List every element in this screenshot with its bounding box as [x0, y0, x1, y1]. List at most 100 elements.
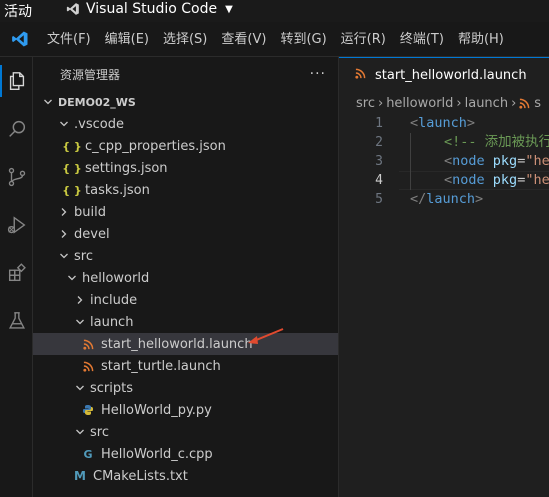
- tree-item-cmakelists[interactable]: M CMakeLists.txt: [33, 465, 338, 487]
- menu-help[interactable]: 帮助(H): [451, 22, 511, 57]
- menu-bar: 文件(F) 编辑(E) 选择(S) 查看(V) 转到(G) 运行(R) 终端(T…: [0, 22, 549, 57]
- menu-edit[interactable]: 编辑(E): [98, 22, 156, 57]
- menu-file[interactable]: 文件(F): [40, 22, 98, 57]
- tree-item-src-inner[interactable]: src: [33, 421, 338, 443]
- tree-item-launch[interactable]: launch: [33, 311, 338, 333]
- code-token: >: [466, 115, 476, 131]
- tree-item-settings-json[interactable]: { } settings.json: [33, 157, 338, 179]
- json-file-icon: { }: [62, 161, 82, 175]
- code-editor[interactable]: 1 <launch> 2 <!-- 添加被执行 3 <node pkg="he …: [339, 114, 549, 209]
- breadcrumb-item[interactable]: src: [356, 96, 375, 111]
- folder-label: helloworld: [82, 270, 150, 286]
- code-token: node: [452, 172, 485, 188]
- json-file-icon: { }: [62, 139, 82, 153]
- folder-label: build: [74, 204, 106, 220]
- menu-terminal[interactable]: 终端(T): [393, 22, 451, 57]
- menu-go[interactable]: 转到(G): [273, 22, 333, 57]
- tree-item-helloworld[interactable]: helloworld: [33, 267, 338, 289]
- line-number: 2: [375, 135, 383, 150]
- folder-label: launch: [90, 314, 134, 330]
- file-label: start_helloworld.launch: [101, 336, 253, 352]
- chevron-right-icon: [73, 293, 87, 307]
- chevron-down-icon: [65, 271, 79, 285]
- code-token: <!-- 添加被执行: [444, 134, 549, 150]
- app-name: Visual Studio Code: [86, 1, 218, 17]
- cmake-file-icon: M: [74, 469, 86, 483]
- indent-guide: [410, 171, 411, 190]
- tree-item-start-helloworld-launch[interactable]: start_helloworld.launch: [33, 328, 338, 355]
- code-token: "he: [525, 153, 549, 169]
- tree-root[interactable]: DEMO02_WS: [33, 91, 338, 113]
- breadcrumb-item[interactable]: launch: [465, 96, 508, 111]
- workspace-name: DEMO02_WS: [58, 95, 136, 109]
- more-actions-icon[interactable]: ···: [310, 66, 326, 82]
- chevron-right-icon: ›: [511, 95, 517, 111]
- caret-down-icon: ▼: [225, 3, 233, 15]
- folder-label: src: [90, 424, 109, 440]
- rss-feed-icon: [519, 98, 530, 109]
- menu-view[interactable]: 查看(V): [214, 22, 273, 57]
- breadcrumb-item[interactable]: s: [534, 96, 541, 111]
- rss-feed-icon: [80, 358, 96, 374]
- tree-item-vscode[interactable]: .vscode: [33, 113, 338, 135]
- file-label: settings.json: [85, 160, 168, 176]
- extensions-icon[interactable]: [0, 253, 33, 293]
- line-number: 3: [375, 154, 383, 169]
- chevron-down-icon: [73, 381, 87, 395]
- tree-item-src[interactable]: src: [33, 245, 338, 267]
- folder-label: scripts: [90, 380, 133, 396]
- line-number: 5: [375, 192, 383, 207]
- chevron-down-icon: [41, 95, 55, 109]
- chevron-down-icon: [57, 117, 71, 131]
- tab-label: start_helloworld.launch: [375, 67, 527, 83]
- testing-flask-icon[interactable]: [0, 301, 33, 341]
- tree-item-scripts[interactable]: scripts: [33, 377, 338, 399]
- run-debug-icon[interactable]: [0, 205, 33, 245]
- breadcrumb: src › helloworld › launch › s: [339, 92, 549, 114]
- vscode-logo-icon: [0, 22, 40, 57]
- tree-item-build[interactable]: build: [33, 201, 338, 223]
- activities-button[interactable]: 活动: [4, 1, 32, 21]
- chevron-right-icon: [57, 205, 71, 219]
- file-label: start_turtle.launch: [101, 358, 221, 374]
- tree-item-start-turtle-launch[interactable]: start_turtle.launch: [33, 355, 338, 377]
- folder-label: include: [90, 292, 138, 308]
- breadcrumb-item[interactable]: helloworld: [386, 96, 453, 111]
- folder-label: .vscode: [74, 116, 124, 132]
- file-label: CMakeLists.txt: [93, 468, 188, 484]
- chevron-down-icon: [73, 315, 87, 329]
- explorer-header: 资源管理器 ···: [33, 57, 338, 91]
- chevron-down-icon: [73, 425, 87, 439]
- search-icon[interactable]: [0, 109, 33, 149]
- editor-area: start_helloworld.launch src › helloworld…: [339, 57, 549, 497]
- tree-item-c-cpp-properties[interactable]: { } c_cpp_properties.json: [33, 135, 338, 157]
- indent-guide: [410, 133, 411, 152]
- tree-item-helloworld-cpp[interactable]: G HelloWorld_c.cpp: [33, 443, 338, 465]
- tree-item-include[interactable]: include: [33, 289, 338, 311]
- code-token: "he: [525, 172, 549, 188]
- explorer-icon[interactable]: [0, 61, 33, 101]
- tab-start-helloworld-launch[interactable]: start_helloworld.launch: [339, 57, 549, 92]
- code-line: 3 <node pkg="he: [339, 152, 549, 171]
- code-line-current: 4 <node pkg="he: [339, 171, 549, 190]
- explorer-sidebar: 资源管理器 ··· DEMO02_WS .vscode { } c_cpp_pr…: [33, 57, 339, 497]
- code-line: 5 </launch>: [339, 190, 549, 209]
- menu-run[interactable]: 运行(R): [334, 22, 393, 57]
- tree-item-tasks-json[interactable]: { } tasks.json: [33, 179, 338, 201]
- code-line: 1 <launch>: [339, 114, 549, 133]
- tree-item-devel[interactable]: devel: [33, 223, 338, 245]
- app-menu[interactable]: Visual Studio Code ▼: [66, 1, 233, 17]
- source-control-icon[interactable]: [0, 157, 33, 197]
- python-file-icon: [80, 402, 96, 418]
- tree-item-helloworld-py[interactable]: HelloWorld_py.py: [33, 399, 338, 421]
- code-line: 2 <!-- 添加被执行: [339, 133, 549, 152]
- annotation-arrow-icon: [248, 328, 284, 344]
- system-top-bar: 活动 Visual Studio Code ▼: [0, 0, 549, 22]
- explorer-title: 资源管理器: [60, 67, 121, 82]
- code-token: <: [444, 153, 453, 169]
- menu-selection[interactable]: 选择(S): [156, 22, 214, 57]
- code-token: >: [475, 191, 484, 207]
- chevron-right-icon: [57, 227, 71, 241]
- rss-feed-icon: [80, 336, 96, 352]
- vscode-small-icon: [66, 3, 79, 15]
